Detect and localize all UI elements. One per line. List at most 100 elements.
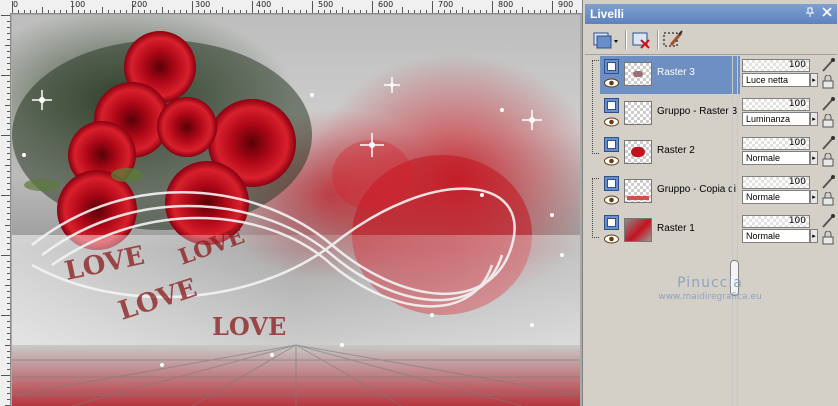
watermark: Pinuccia www.maidiregrafica.eu [640, 275, 780, 302]
ruler-tick [486, 10, 487, 13]
ruler-tick [102, 7, 103, 13]
chevron-right-icon[interactable]: ▸ [810, 73, 818, 87]
ruler-tick [7, 291, 10, 292]
opacity-field[interactable]: 100 [742, 59, 810, 72]
watermark-name: Pinuccia [677, 275, 743, 291]
ruler-tick [342, 7, 343, 13]
lock-icon[interactable] [820, 231, 836, 245]
layers-scrollbar[interactable] [730, 56, 740, 406]
ruler-tick [7, 309, 10, 310]
ruler-tick [540, 10, 541, 13]
opacity-field[interactable]: 100 [742, 176, 810, 189]
love-text: LOVE [212, 312, 286, 341]
blend-mode-select[interactable]: Luminanza [742, 112, 810, 126]
chevron-right-icon[interactable]: ▸ [810, 229, 818, 243]
delete-layer-button[interactable] [629, 29, 653, 51]
ruler-tick [252, 1, 253, 13]
visibility-eye-icon[interactable] [604, 234, 619, 244]
ruler-tick [228, 10, 229, 13]
ruler-tick [12, 1, 13, 13]
visibility-eye-icon[interactable] [604, 78, 619, 88]
ruler-tick [360, 10, 361, 13]
ruler-tick [1, 315, 10, 316]
ruler-tick [150, 10, 151, 13]
ruler-tick [426, 10, 427, 13]
paintbrush-icon[interactable] [820, 96, 836, 112]
layer-row-raster-1[interactable]: Raster 1 [600, 212, 740, 250]
chevron-right-icon[interactable]: ▸ [810, 151, 818, 165]
layer-row-gruppo-raster-3[interactable]: Gruppo - Raster 3 [600, 95, 740, 133]
layer-row-gruppo-copia[interactable]: Gruppo - Copia di Raster 1 [600, 173, 740, 211]
panel-title: Livelli [590, 7, 625, 21]
ruler-tick [36, 10, 37, 13]
layer-row-raster-2[interactable]: Raster 2 [600, 134, 740, 172]
ruler-tick [114, 10, 115, 13]
chevron-right-icon[interactable]: ▸ [810, 190, 818, 204]
ruler-tick [354, 10, 355, 13]
paintbrush-icon[interactable] [820, 174, 836, 190]
layer-properties-raster-2: 100 Normale ▸ [742, 134, 838, 172]
ruler-tick [198, 10, 199, 13]
ruler-label: 800 [498, 0, 514, 9]
ruler-label: 200 [132, 0, 148, 9]
layer-row-raster-3[interactable]: Raster 3 [600, 56, 740, 94]
opacity-field[interactable]: 100 [742, 137, 810, 150]
close-icon[interactable] [820, 7, 834, 21]
lock-icon[interactable] [820, 75, 836, 89]
ruler-tick [24, 10, 25, 13]
ruler-tick [7, 147, 10, 148]
edit-selection-icon [663, 30, 683, 47]
panel-titlebar[interactable]: Livelli [585, 4, 837, 24]
ruler-tick [126, 10, 127, 13]
group-layer-icon [604, 176, 619, 191]
ruler-tick [396, 10, 397, 13]
layer-thumbnail [624, 179, 652, 203]
layer-properties-raster-3: 100 Luce netta ▸ [742, 56, 838, 94]
ruler-tick [7, 357, 10, 358]
blend-mode-select[interactable]: Luce netta [742, 73, 810, 87]
ruler-tick [492, 1, 493, 13]
ruler-label: 700 [438, 0, 454, 9]
ruler-tick [7, 111, 10, 112]
delete-layer-icon [632, 32, 650, 49]
ruler-tick [7, 87, 10, 88]
canvas-area[interactable]: 0 100 200 300 400 500 600 700 800 900 LO… [0, 0, 582, 406]
blend-mode-select[interactable]: Normale [742, 151, 810, 165]
ruler-tick [294, 10, 295, 13]
opacity-field[interactable]: 100 [742, 215, 810, 228]
lock-icon[interactable] [820, 114, 836, 128]
layer-thumbnail [624, 101, 652, 125]
ruler-tick [78, 10, 79, 13]
chevron-right-icon[interactable]: ▸ [810, 112, 818, 126]
ruler-tick [564, 10, 565, 13]
opacity-field[interactable]: 100 [742, 98, 810, 111]
lock-icon[interactable] [820, 153, 836, 167]
paintbrush-icon[interactable] [820, 213, 836, 229]
layer-properties-gruppo-copia: 100 Normale ▸ [742, 173, 838, 211]
visibility-eye-icon[interactable] [604, 156, 619, 166]
layer-name: Gruppo - Raster 3 [657, 106, 738, 117]
layer-thumbnail [624, 62, 652, 86]
blend-mode-select[interactable]: Normale [742, 229, 810, 243]
ruler-tick [450, 10, 451, 13]
paintbrush-icon[interactable] [820, 135, 836, 151]
ruler-tick [7, 231, 10, 232]
new-layer-button[interactable] [591, 29, 621, 51]
lock-icon[interactable] [820, 192, 836, 206]
layer-name: Gruppo - Copia di Raster 1 [657, 184, 739, 195]
ruler-tick [270, 10, 271, 13]
ruler-tick [7, 363, 10, 364]
blend-mode-select[interactable]: Normale [742, 190, 810, 204]
visibility-eye-icon[interactable] [604, 195, 619, 205]
pin-icon[interactable] [803, 7, 817, 21]
ruler-tick [174, 10, 175, 13]
document-canvas[interactable]: LOVE LOVE LOVE LOVE [12, 15, 580, 406]
ruler-tick [7, 207, 10, 208]
paintbrush-icon[interactable] [820, 57, 836, 73]
visibility-eye-icon[interactable] [604, 117, 619, 127]
edit-selection-button[interactable] [661, 29, 685, 51]
ruler-tick [7, 261, 10, 262]
layer-thumbnail [624, 218, 652, 242]
ruler-tick [570, 10, 571, 13]
ruler-label: 500 [318, 0, 334, 9]
